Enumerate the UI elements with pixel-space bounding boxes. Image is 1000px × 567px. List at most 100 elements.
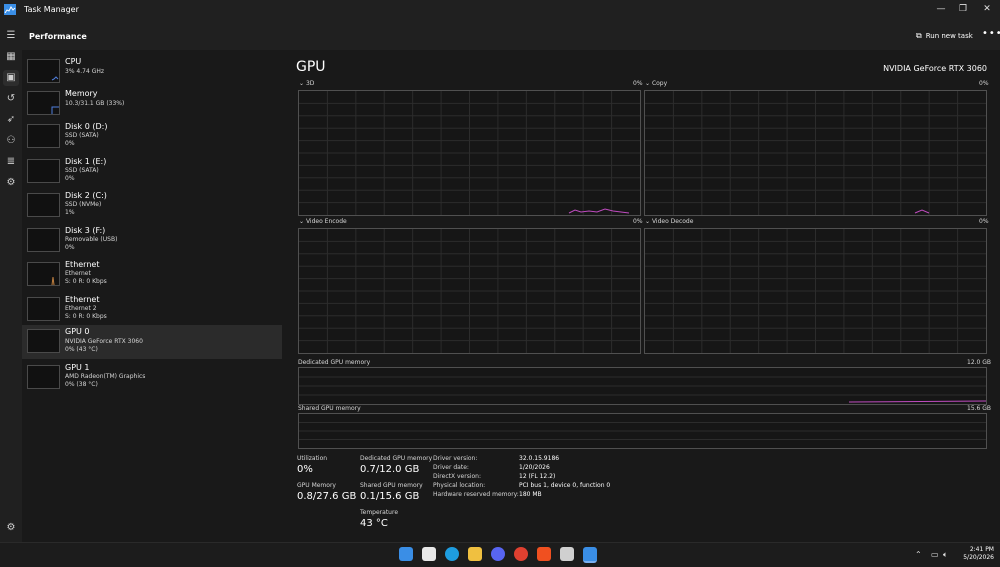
graph-copy-label[interactable]: ⌄ Copy (645, 80, 667, 87)
store-icon[interactable] (422, 547, 436, 561)
item-title: GPU 0 (65, 327, 90, 336)
info-label: Physical location: (433, 482, 486, 489)
utilization-label: Utilization (297, 455, 328, 462)
sidebar-item-ethernet-2[interactable]: Ethernet Ethernet 2 S: 0 R: 0 Kbps (22, 293, 282, 327)
item-detail: 0% (65, 140, 75, 147)
graph-video-decode (644, 228, 987, 354)
volume-icon[interactable]: 🔈︎ (943, 550, 948, 560)
item-title: Disk 1 (E:) (65, 157, 107, 166)
task-manager-taskbar-icon[interactable] (583, 547, 597, 563)
dedicated-stat-label: Dedicated GPU memory (360, 455, 433, 462)
graph-copy (644, 90, 987, 216)
temperature-label: Temperature (360, 509, 399, 516)
close-button[interactable]: ✕ (976, 2, 998, 16)
processes-icon[interactable]: ▦ (3, 49, 19, 65)
graph-video-decode-label[interactable]: ⌄ Video Decode (645, 218, 693, 225)
item-subtitle: 10.3/31.1 GB (33%) (65, 100, 125, 107)
page-header: Performance ⧉ Run new task ••• (22, 22, 1000, 50)
performance-icon[interactable]: ▣ (3, 70, 19, 86)
gpu-thumbnail-graph (27, 329, 60, 353)
dedicated-memory-label: Dedicated GPU memory (298, 359, 371, 366)
navigation-rail: ☰ ▦ ▣ ↺ ➶ ⚇ ≣ ⚙ ⚙ (0, 22, 22, 542)
maximize-button[interactable]: ❐ (952, 2, 974, 16)
item-title: Disk 3 (F:) (65, 226, 106, 235)
reserved-memory-value: 180 MB (519, 491, 542, 498)
run-new-task-label: Run new task (925, 32, 973, 40)
sidebar-item-gpu-1[interactable]: GPU 1 AMD Radeon(TM) Graphics 0% (38 °C) (22, 361, 282, 395)
run-new-task-button[interactable]: ⧉ Run new task (916, 31, 973, 41)
snipping-tool-icon[interactable] (560, 547, 574, 561)
sidebar-item-disk-2[interactable]: Disk 2 (C:) SSD (NVMe) 1% (22, 189, 282, 223)
services-icon[interactable]: ⚙ (3, 175, 19, 191)
page-title: Performance (29, 32, 87, 41)
sidebar-item-ethernet[interactable]: Ethernet Ethernet S: 0 R: 0 Kbps (22, 258, 282, 292)
item-detail: S: 0 R: 0 Kbps (65, 278, 107, 285)
disk-thumbnail-graph (27, 193, 60, 217)
driver-version-value: 32.0.15.9186 (519, 455, 560, 462)
shared-memory-max: 15.6 GB (967, 405, 992, 412)
item-title: Disk 2 (C:) (65, 191, 107, 200)
item-title: Ethernet (65, 260, 100, 269)
sidebar-item-gpu-0[interactable]: GPU 0 NVIDIA GeForce RTX 3060 0% (43 °C) (22, 325, 282, 359)
item-title: Disk 0 (D:) (65, 122, 108, 131)
title-bar: Task Manager — ❐ ✕ (0, 0, 1000, 22)
disk-thumbnail-graph (27, 228, 60, 252)
sidebar-item-disk-0[interactable]: Disk 0 (D:) SSD (SATA) 0% (22, 120, 282, 154)
minimize-button[interactable]: — (930, 2, 952, 16)
gpu-memory-label: GPU Memory (297, 482, 336, 489)
item-detail: S: 0 R: 0 Kbps (65, 313, 107, 320)
graph-3d-label[interactable]: ⌄ 3D (299, 80, 314, 87)
sidebar-item-disk-3[interactable]: Disk 3 (F:) Removable (USB) 0% (22, 224, 282, 258)
settings-icon[interactable]: ⚙ (3, 520, 19, 536)
sidebar-item-cpu[interactable]: CPU 3% 4.74 GHz (22, 55, 282, 89)
system-clock[interactable]: 2:41 PM 5/20/2026 (950, 546, 994, 562)
users-icon[interactable]: ⚇ (3, 133, 19, 149)
details-icon[interactable]: ≣ (3, 154, 19, 170)
shared-memory-graph (298, 413, 987, 449)
display-icon[interactable]: ▭ (931, 550, 939, 559)
gpu-thumbnail-graph (27, 365, 60, 389)
discord-icon[interactable] (491, 547, 505, 561)
brave-browser-icon[interactable] (537, 547, 551, 561)
start-windows-icon[interactable] (399, 547, 413, 561)
item-detail: 0% (38 °C) (65, 381, 98, 388)
graph-video-encode-label[interactable]: ⌄ Video Encode (299, 218, 347, 225)
item-title: Memory (65, 89, 98, 98)
app-history-icon[interactable]: ↺ (3, 91, 19, 107)
item-title: Ethernet (65, 295, 100, 304)
graph-video-decode-percent: 0% (979, 218, 989, 225)
sidebar-item-disk-1[interactable]: Disk 1 (E:) SSD (SATA) 0% (22, 155, 282, 189)
graph-video-encode-percent: 0% (633, 218, 643, 225)
edge-browser-icon[interactable] (445, 547, 459, 561)
item-title: GPU 1 (65, 363, 90, 372)
info-label: Driver date: (433, 464, 469, 471)
item-subtitle: SSD (SATA) (65, 167, 99, 174)
item-title: CPU (65, 57, 82, 66)
item-subtitle: SSD (SATA) (65, 132, 99, 139)
startup-apps-icon[interactable]: ➶ (3, 112, 19, 128)
item-subtitle: Ethernet (65, 270, 91, 277)
memory-thumbnail-graph (27, 91, 60, 115)
physical-location-value: PCI bus 1, device 0, function 0 (519, 482, 611, 489)
chevron-up-icon[interactable]: ⌃ (915, 550, 922, 559)
gpu-device-name: NVIDIA GeForce RTX 3060 (883, 64, 987, 73)
hamburger-menu-icon[interactable]: ☰ (3, 28, 19, 44)
temperature-value: 43 °C (360, 518, 388, 529)
graph-3d (298, 90, 641, 216)
dedicated-memory-graph (298, 367, 987, 405)
directx-version-value: 12 (FL 12.2) (519, 473, 556, 480)
cpu-thumbnail-graph (27, 59, 60, 83)
dedicated-stat-value: 0.7/12.0 GB (360, 464, 420, 475)
ethernet-thumbnail-graph (27, 297, 60, 321)
shared-stat-label: Shared GPU memory (360, 482, 423, 489)
more-options-button[interactable]: ••• (982, 28, 1000, 39)
item-detail: 0% (43 °C) (65, 346, 98, 353)
chrome-icon[interactable] (514, 547, 528, 561)
info-label: Hardware reserved memory: (433, 491, 519, 498)
driver-date-value: 1/20/2026 (519, 464, 550, 471)
sidebar-item-memory[interactable]: Memory 10.3/31.1 GB (33%) (22, 87, 282, 121)
file-explorer-icon[interactable] (468, 547, 482, 561)
gpu-memory-value: 0.8/27.6 GB (297, 491, 357, 502)
run-task-icon: ⧉ (916, 31, 922, 40)
graph-video-encode (298, 228, 641, 354)
